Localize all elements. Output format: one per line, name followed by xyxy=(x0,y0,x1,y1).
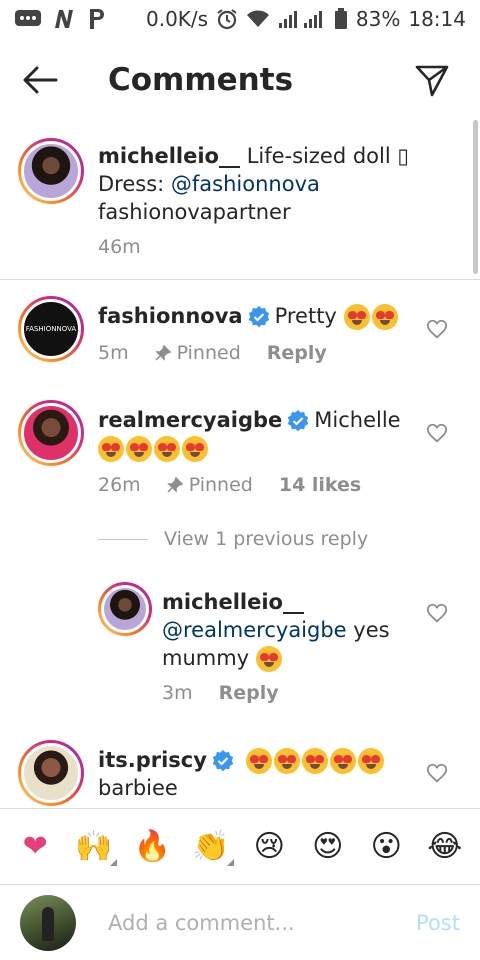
post-button[interactable]: Post xyxy=(416,911,460,935)
p-app-icon xyxy=(86,7,108,31)
reply-line3: mummy xyxy=(162,646,250,670)
post-caption: michelleio__ Life-sized doll ▯ Dress: @f… xyxy=(0,138,480,280)
heart-eyes-emoji xyxy=(245,748,272,774)
pinned-label: Pinned xyxy=(166,474,253,496)
reply-username[interactable]: michelleio__ xyxy=(162,590,304,614)
reply-button[interactable]: Reply xyxy=(267,342,327,364)
heart-eyes-emoji xyxy=(329,748,356,774)
back-button[interactable] xyxy=(0,38,80,122)
clock: 18:14 xyxy=(408,7,466,31)
caption-time: 46m xyxy=(98,236,141,258)
caption-username[interactable]: michelleio__ xyxy=(98,144,240,168)
heart-eyes-emoji xyxy=(371,304,398,330)
messages-icon xyxy=(14,8,42,30)
reply-body: yes xyxy=(346,618,390,642)
verified-badge-icon xyxy=(288,410,309,432)
mention-link[interactable]: @fashionnova xyxy=(171,172,320,196)
comment-text: fashionnova Pretty xyxy=(98,302,418,330)
fire-emoji-button[interactable]: 🔥 xyxy=(127,822,177,872)
send-icon xyxy=(415,65,449,97)
avatar[interactable] xyxy=(18,138,84,204)
verified-badge-icon xyxy=(248,306,269,328)
crying-emoji-button[interactable]: 😢 xyxy=(244,822,294,872)
caption-meta: 46m xyxy=(98,236,167,258)
verified-badge-icon xyxy=(212,750,234,772)
heart-eyes-emoji xyxy=(357,748,384,774)
like-heart-icon[interactable] xyxy=(426,422,448,444)
comment-username[interactable]: fashionnova xyxy=(98,304,243,328)
fashionnova-logo: FASHIONNOVA xyxy=(25,325,77,333)
clapping-emoji-button[interactable]: 👏 xyxy=(186,822,236,872)
network-speed: 0.0K/s xyxy=(146,7,209,31)
emoji-quick-bar: ❤ 🙌 🔥 👏 😢 😍 😮 😂 xyxy=(0,808,480,884)
heart-eyes-emoji xyxy=(343,304,370,330)
view-previous-replies[interactable]: View 1 previous reply xyxy=(98,528,368,550)
comment-input[interactable] xyxy=(108,910,417,935)
caption-line3: fashionovapartner xyxy=(98,200,291,224)
pin-icon xyxy=(154,345,171,361)
heart-eyes-emoji xyxy=(273,748,300,774)
raised-hands-emoji-button[interactable]: 🙌 xyxy=(69,822,119,872)
like-heart-icon[interactable] xyxy=(426,318,448,340)
view-replies-label: View 1 previous reply xyxy=(164,528,369,550)
avatar[interactable] xyxy=(18,740,84,806)
n-app-icon xyxy=(52,8,76,30)
comment-username[interactable]: its.priscy xyxy=(98,748,207,772)
reply-meta: 3m Reply xyxy=(162,682,305,704)
avatar[interactable] xyxy=(98,582,152,636)
comment-body: Michelle xyxy=(314,408,401,432)
divider xyxy=(98,538,148,540)
comment-time: 5m xyxy=(98,342,129,364)
scrollbar[interactable] xyxy=(473,120,478,274)
comment-username[interactable]: realmercyaigbe xyxy=(98,408,282,432)
reply-text: michelleio__ @realmercyaigbe yes mummy xyxy=(162,588,422,672)
signal-icon xyxy=(278,9,326,29)
caption-dress-label: Dress: xyxy=(98,172,171,196)
comment-meta: 26m Pinned 14 likes xyxy=(98,474,387,496)
smiling-emoji xyxy=(255,646,282,672)
heart-eyes-emoji xyxy=(182,436,208,462)
alarm-icon xyxy=(216,8,238,30)
comment-meta: 5m Pinned Reply xyxy=(98,342,353,364)
comment-body: Pretty xyxy=(274,304,337,328)
avatar[interactable] xyxy=(18,400,84,466)
heart-eyes-emoji xyxy=(301,748,328,774)
heart-eyes-emoji-button[interactable]: 😍 xyxy=(303,822,353,872)
comment-body: barbiee xyxy=(98,776,178,800)
comment-composer: Post xyxy=(0,884,480,960)
share-button[interactable] xyxy=(412,60,452,100)
caption-text: michelleio__ Life-sized doll ▯ Dress: @f… xyxy=(98,142,468,226)
battery-level: 83% xyxy=(355,7,401,31)
heart-emoji-button[interactable]: ❤ xyxy=(10,822,60,872)
mention-link[interactable]: @realmercyaigbe xyxy=(162,618,347,642)
like-heart-icon[interactable] xyxy=(426,602,448,624)
my-avatar[interactable] xyxy=(20,894,76,951)
comment-text: realmercyaigbe Michelle xyxy=(98,406,418,462)
pin-icon xyxy=(166,477,183,493)
status-bar: 0.0K/s 83% 18:14 xyxy=(0,0,480,38)
page-title: Comments xyxy=(108,62,294,98)
wifi-icon xyxy=(246,9,270,29)
comment-text: its.priscy barbiee xyxy=(98,746,428,802)
caption-line1: Life-sized doll ▯ xyxy=(246,144,409,168)
back-arrow-icon xyxy=(23,66,58,94)
like-heart-icon[interactable] xyxy=(426,762,448,784)
surprised-emoji-button[interactable]: 😮 xyxy=(361,822,411,872)
header: Comments xyxy=(0,38,480,122)
comment-time: 26m xyxy=(98,474,141,496)
reply-time: 3m xyxy=(162,682,193,704)
heart-eyes-emoji xyxy=(98,436,124,462)
heart-eyes-emoji xyxy=(126,436,152,462)
battery-icon xyxy=(334,8,348,30)
reply-button[interactable]: Reply xyxy=(219,682,279,704)
heart-eyes-emoji xyxy=(154,436,180,462)
laughing-emoji-button[interactable]: 😂 xyxy=(420,822,470,872)
avatar[interactable]: FASHIONNOVA xyxy=(18,296,84,362)
likes-count[interactable]: 14 likes xyxy=(279,474,361,496)
pinned-label: Pinned xyxy=(154,342,241,364)
